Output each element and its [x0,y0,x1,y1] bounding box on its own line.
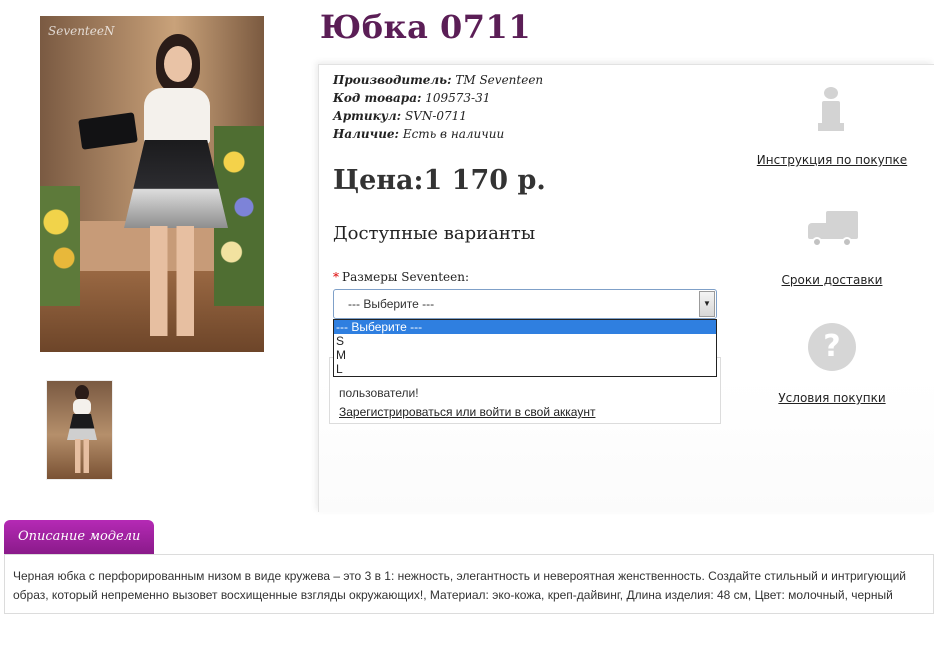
product-thumbnail[interactable] [46,380,113,480]
page-title: Юбка 0711 [320,8,532,46]
photo-model-legs [150,226,194,336]
thumb-model-legs [75,439,89,473]
size-dropdown-list: --- Выберите --- S M L [333,319,717,377]
stock-value: Есть в наличии [402,127,505,141]
product-price: Цена:1 170 р. [333,165,546,196]
question-icon-glyph: ? [823,329,841,364]
product-meta: Производитель: TM Seventeen Код товара: … [333,71,543,143]
manufacturer-row: Производитель: TM Seventeen [333,71,543,89]
question-icon[interactable]: ? [804,323,860,373]
code-value: 109573-31 [425,91,491,105]
code-label: Код товара: [333,91,422,105]
truck-icon-wheel-front [812,237,822,247]
register-text: пользователи! [339,386,419,400]
product-info-panel: Производитель: TM Seventeen Код товара: … [318,64,934,512]
size-option-m[interactable]: M [334,348,716,362]
manufacturer-value: TM Seventeen [455,73,544,87]
stock-row: Наличие: Есть в наличии [333,125,543,143]
sku-value: SVN-0711 [404,109,467,123]
stock-label: Наличие: [333,127,399,141]
size-label-text: Размеры Seventeen: [342,270,469,284]
tab-description[interactable]: Описание модели [4,520,155,554]
thumb-model-skirt [67,414,97,440]
chevron-down-icon[interactable]: ▼ [699,291,715,317]
size-label: * Размеры Seventeen: [333,270,469,284]
sku-row: Артикул: SVN-0711 [333,107,543,125]
sku-label: Артикул: [333,109,402,123]
description-text: Черная юбка с перфорированным низом в ви… [4,554,934,614]
variants-title: Доступные варианты [333,223,536,244]
thumb-model-top [73,399,91,415]
truck-icon[interactable] [804,205,860,255]
required-mark: * [333,270,339,284]
size-option-l[interactable]: L [334,362,716,376]
size-option-placeholder[interactable]: --- Выберите --- [334,320,716,334]
code-row: Код товара: 109573-31 [333,89,543,107]
purchase-guide-link[interactable]: Инструкция по покупке [749,153,915,167]
truck-icon-body [826,211,858,239]
terms-block: ? Условия покупки [749,323,915,405]
truck-icon-wheel-back [842,237,852,247]
photo-model-face [164,46,192,82]
size-select[interactable]: --- Выберите --- ▼ [333,289,717,319]
photo-flowers-left [40,186,80,306]
info-icon-dot [824,87,838,99]
terms-link[interactable]: Условия покупки [749,391,915,405]
purchase-guide-block: Инструкция по покупке [749,85,915,167]
photo-watermark: SeventeeN [48,24,115,38]
info-icon-base [818,123,844,131]
info-icon[interactable] [804,85,860,135]
photo-model-top [144,88,210,144]
size-option-s[interactable]: S [334,334,716,348]
delivery-link[interactable]: Сроки доставки [749,273,915,287]
size-select-value: --- Выберите --- [348,297,435,311]
manufacturer-label: Производитель: [333,73,452,87]
delivery-block: Сроки доставки [749,205,915,287]
register-login-link[interactable]: Зарегистрироваться или войти в свой акка… [339,403,720,422]
product-main-image[interactable]: SeventeeN [40,16,264,352]
